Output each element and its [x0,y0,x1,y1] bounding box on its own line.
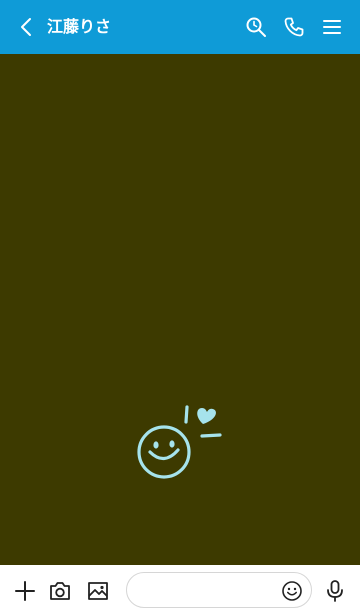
chat-header: 江藤りさ [0,0,360,54]
camera-button[interactable] [47,578,73,604]
composer-bar [0,565,360,616]
back-button[interactable] [14,15,38,39]
add-button[interactable] [12,578,38,604]
emoji-icon [282,581,302,601]
microphone-icon [327,580,343,602]
message-field[interactable] [126,572,312,608]
phone-icon [284,17,304,37]
camera-icon [50,582,70,600]
search-icon [246,17,266,37]
emoji-button[interactable] [281,580,303,602]
call-button[interactable] [281,14,307,40]
voice-button[interactable] [322,578,348,604]
search-button[interactable] [243,14,269,40]
gallery-button[interactable] [85,578,111,604]
message-input[interactable] [139,579,283,603]
chat-background [0,54,360,565]
image-icon [88,582,108,600]
menu-button[interactable] [319,14,345,40]
smiley-with-heart-icon [137,405,222,479]
menu-icon [323,20,341,34]
chat-title: 江藤りさ [47,17,112,36]
back-arrow-icon [21,18,31,36]
plus-icon [15,581,35,601]
